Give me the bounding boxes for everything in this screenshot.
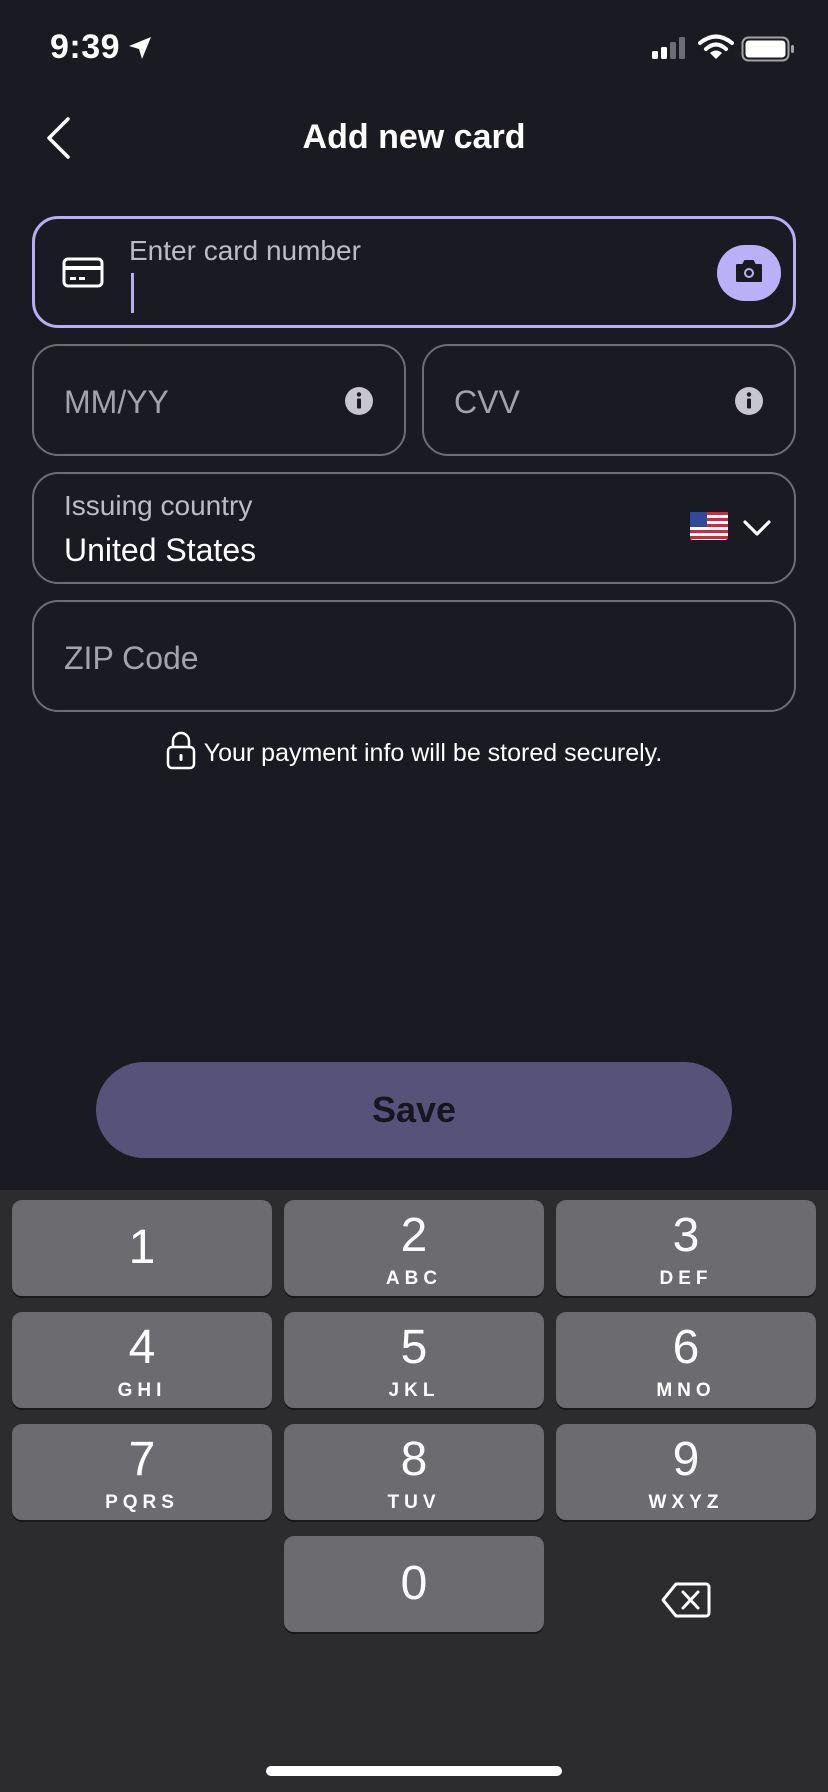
key-letters: GHI [117,1380,167,1401]
key-number: 8 [400,1433,428,1486]
zip-placeholder: ZIP Code [64,640,199,676]
zip-code-field[interactable]: ZIP Code [32,600,796,712]
card-number-field[interactable]: Enter card number [32,216,796,328]
save-button[interactable]: Save [96,1062,732,1158]
camera-icon [734,258,764,289]
key-letters: ABC [385,1268,443,1289]
key-letters: MNO [656,1380,716,1401]
key-number: 7 [128,1433,156,1486]
key-0[interactable]: 0 [284,1536,544,1632]
key-5[interactable]: 5 JKL [284,1312,544,1408]
status-bar: 9:39 [0,0,828,100]
key-9[interactable]: 9 WXYZ [556,1424,816,1520]
lock-icon [166,730,196,777]
cvv-field[interactable]: CVV [422,344,796,456]
battery-icon [741,36,795,67]
expiry-info-icon[interactable] [344,386,374,421]
page-title: Add new card [302,118,526,156]
secure-note: Your payment info will be stored securel… [0,730,828,777]
scan-card-button[interactable] [717,245,781,301]
key-letters: DEF [659,1268,713,1289]
issuing-country-select[interactable]: Issuing country United States [32,472,796,584]
cvv-info-icon[interactable] [734,386,764,421]
numeric-keyboard: 1 2 ABC 3 DEF 4 GHI 5 JKL 6 MNO 7 PQRS 8… [0,1190,828,1792]
expiry-placeholder: MM/YY [64,384,169,420]
card-number-label: Enter card number [129,235,361,266]
credit-card-icon [62,257,104,294]
key-number: 0 [400,1557,428,1610]
signal-icon [650,36,690,65]
flag-icon [690,512,728,545]
secure-note-text: Your payment info will be stored securel… [203,739,663,767]
key-number: 9 [672,1433,700,1486]
key-number: 4 [128,1321,156,1374]
key-4[interactable]: 4 GHI [12,1312,272,1408]
text-caret [131,273,134,313]
cvv-placeholder: CVV [454,384,520,420]
delete-icon [661,1581,711,1624]
delete-key[interactable] [556,1554,816,1650]
home-indicator[interactable] [266,1766,562,1776]
country-value: United States [64,532,257,568]
key-8[interactable]: 8 TUV [284,1424,544,1520]
key-number: 2 [400,1209,428,1262]
chevron-down-icon [742,518,772,543]
key-7[interactable]: 7 PQRS [12,1424,272,1520]
key-1[interactable]: 1 [12,1200,272,1296]
key-2[interactable]: 2 ABC [284,1200,544,1296]
key-letters: PQRS [105,1492,179,1513]
status-time: 9:39 [50,28,121,66]
key-number: 1 [128,1221,156,1274]
key-number: 5 [400,1321,428,1374]
key-number: 6 [672,1321,700,1374]
key-number: 3 [672,1209,700,1262]
wifi-icon [698,34,734,67]
key-letters: JKL [388,1380,440,1401]
key-letters: WXYZ [648,1492,724,1513]
location-arrow-icon [126,34,154,67]
key-letters: TUV [387,1492,441,1513]
key-6[interactable]: 6 MNO [556,1312,816,1408]
key-3[interactable]: 3 DEF [556,1200,816,1296]
expiry-date-field[interactable]: MM/YY [32,344,406,456]
country-label: Issuing country [64,490,253,521]
